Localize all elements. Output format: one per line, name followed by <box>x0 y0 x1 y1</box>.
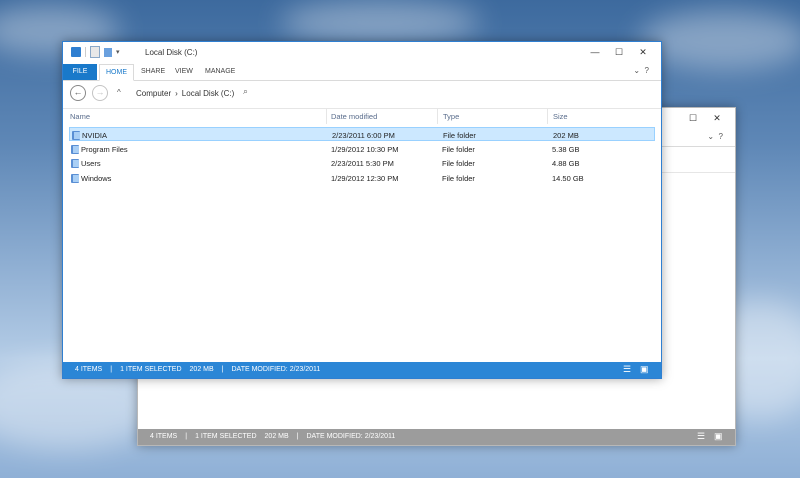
tab-home[interactable]: HOME <box>99 64 134 81</box>
file-name: Windows <box>81 174 112 183</box>
item-count: 4 ITEMS <box>150 433 178 440</box>
toolbar-divider <box>85 47 86 57</box>
file-name: NVIDIA <box>82 131 108 140</box>
column-divider[interactable] <box>547 108 548 124</box>
file-size: 4.88 GB <box>552 159 580 168</box>
help-icon[interactable]: ? <box>719 132 723 141</box>
selected-size: 202 MB <box>189 366 214 373</box>
ribbon-tabs: FILE HOME SHARE VIEW MANAGE ⌄ ? <box>63 64 661 81</box>
file-row[interactable]: Users 2/23/2011 5:30 PM File folder 4.88… <box>69 156 655 170</box>
up-button[interactable]: ^ <box>117 88 121 97</box>
file-size: 202 MB <box>553 131 579 140</box>
file-date: 1/29/2012 10:30 PM <box>331 145 399 154</box>
tab-manage[interactable]: MANAGE <box>199 64 241 80</box>
folder-icon <box>71 159 79 168</box>
status-separator: | <box>221 366 224 373</box>
date-modified-info: DATE MODIFIED: 2/23/2011 <box>231 366 321 373</box>
ribbon-expand-icon[interactable]: ⌄ <box>633 66 640 75</box>
column-divider[interactable] <box>326 108 327 124</box>
file-row[interactable]: NVIDIA 2/23/2011 6:00 PM File folder 202… <box>69 127 655 141</box>
navigation-bar: ← → ^ Computer › Local Disk (C:) ⌕ <box>63 80 661 109</box>
close-button[interactable]: ✕ <box>705 110 729 126</box>
breadcrumb[interactable]: Computer › Local Disk (C:) <box>136 89 234 98</box>
maximize-button[interactable]: ☐ <box>681 110 705 126</box>
column-date-modified[interactable]: Date modified <box>331 112 377 121</box>
back-button[interactable]: ← <box>70 85 86 101</box>
file-name: Users <box>81 159 101 168</box>
help-icon[interactable]: ? <box>645 66 649 75</box>
quick-access-toolbar: ▾ <box>71 46 120 58</box>
ribbon-expand-icon[interactable]: ⌄ <box>707 132 714 141</box>
file-type: File folder <box>443 131 476 140</box>
status-separator: | <box>296 433 299 440</box>
search-icon[interactable]: ⌕ <box>243 86 248 97</box>
file-type: File folder <box>442 145 475 154</box>
selected-size: 202 MB <box>264 433 289 440</box>
status-bar: 4 ITEMS | 1 ITEM SELECTED 202 MB | DATE … <box>138 429 735 445</box>
tab-file[interactable]: FILE <box>63 64 97 80</box>
file-name: Program Files <box>81 145 128 154</box>
tab-share[interactable]: SHARE <box>135 64 171 80</box>
date-modified-info: DATE MODIFIED: 2/23/2011 <box>306 433 396 440</box>
title-bar[interactable]: ▾ Local Disk (C:) — ☐ ✕ <box>63 42 661 64</box>
details-view-icon[interactable]: ☰ <box>697 432 706 441</box>
column-header: Name Date modified Type Size <box>63 108 661 124</box>
close-button[interactable]: ✕ <box>631 44 655 60</box>
status-separator: | <box>110 366 113 373</box>
background-cloud <box>280 0 480 45</box>
file-date: 1/29/2012 12:30 PM <box>331 174 399 183</box>
file-date: 2/23/2011 6:00 PM <box>332 131 395 140</box>
file-row[interactable]: Windows 1/29/2012 12:30 PM File folder 1… <box>69 171 655 185</box>
forward-button[interactable]: → <box>92 85 108 101</box>
file-date: 2/23/2011 5:30 PM <box>331 159 394 168</box>
column-size[interactable]: Size <box>553 112 568 121</box>
file-row[interactable]: Program Files 1/29/2012 10:30 PM File fo… <box>69 142 655 156</box>
minimize-button[interactable]: — <box>583 44 607 60</box>
large-icons-view-icon[interactable]: ▣ <box>714 432 723 441</box>
tab-view[interactable]: VIEW <box>169 64 199 80</box>
file-type: File folder <box>442 174 475 183</box>
file-type: File folder <box>442 159 475 168</box>
file-size: 14.50 GB <box>552 174 584 183</box>
column-type[interactable]: Type <box>443 112 459 121</box>
qat-dropdown-icon[interactable]: ▾ <box>116 48 120 56</box>
explorer-window[interactable]: ▾ Local Disk (C:) — ☐ ✕ FILE HOME SHARE … <box>62 41 662 379</box>
drive-icon <box>71 47 81 57</box>
window-title: Local Disk (C:) <box>145 48 198 57</box>
file-size: 5.38 GB <box>552 145 580 154</box>
details-view-icon[interactable]: ☰ <box>623 365 632 374</box>
item-count: 4 ITEMS <box>75 366 103 373</box>
status-separator: | <box>185 433 188 440</box>
large-icons-view-icon[interactable]: ▣ <box>640 365 649 374</box>
properties-icon[interactable] <box>90 46 100 58</box>
breadcrumb-location[interactable]: Local Disk (C:) <box>182 89 234 98</box>
background-cloud <box>640 10 800 70</box>
selected-count: 1 ITEM SELECTED <box>120 366 182 373</box>
column-name[interactable]: Name <box>70 112 90 121</box>
selected-count: 1 ITEM SELECTED <box>195 433 257 440</box>
folder-icon <box>72 131 80 140</box>
breadcrumb-computer[interactable]: Computer <box>136 89 171 98</box>
breadcrumb-separator: › <box>175 89 178 98</box>
folder-icon <box>71 145 79 154</box>
folder-icon <box>71 174 79 183</box>
maximize-button[interactable]: ☐ <box>607 44 631 60</box>
new-folder-icon[interactable] <box>104 47 112 57</box>
status-bar: 4 ITEMS | 1 ITEM SELECTED 202 MB | DATE … <box>63 362 661 378</box>
column-divider[interactable] <box>437 108 438 124</box>
